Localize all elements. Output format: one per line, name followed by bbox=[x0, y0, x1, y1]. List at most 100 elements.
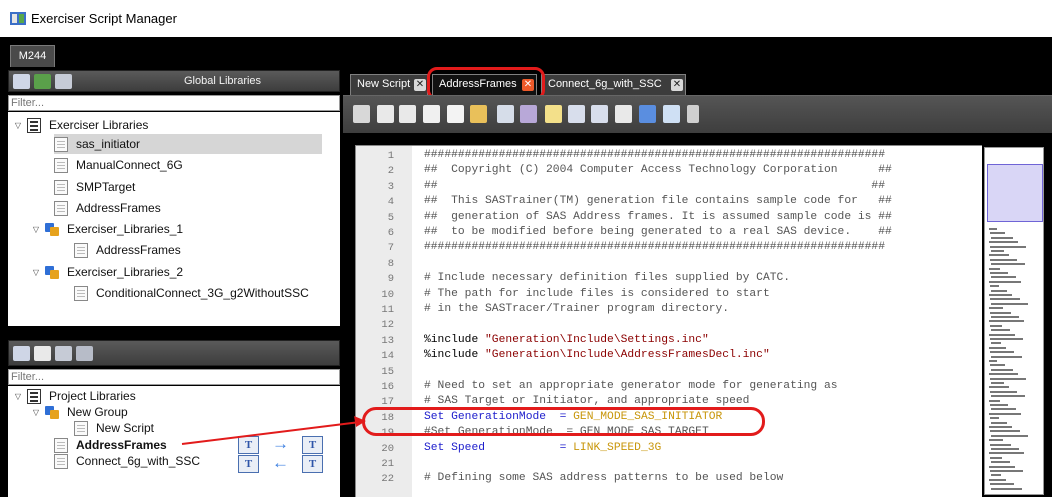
global-libraries-tree: ▽ Exerciser Libraries sas_initiator Manu… bbox=[8, 112, 340, 326]
device-tab[interactable]: M244 bbox=[10, 45, 55, 67]
tree-node-addressframes-1[interactable]: AddressFrames bbox=[74, 240, 181, 260]
minimap-line bbox=[990, 377, 1026, 380]
minimap-line bbox=[991, 276, 1016, 279]
library-group-icon bbox=[45, 405, 59, 420]
tree-node-smptarget[interactable]: SMPTarget bbox=[54, 177, 135, 197]
global-filter-input[interactable]: Filter... bbox=[8, 95, 340, 111]
line-number: 15 bbox=[381, 365, 394, 378]
code-constant: LINK_SPEED_3G bbox=[573, 441, 662, 454]
transfer-target-top-button[interactable]: T bbox=[302, 436, 323, 454]
tab-connect-6g-with-ssc[interactable]: Connect_6g_with_SSC ✕ bbox=[541, 74, 686, 95]
collapse-toggle-icon[interactable]: ▽ bbox=[30, 268, 42, 277]
minimap-line bbox=[990, 338, 1023, 340]
minimap-line bbox=[989, 307, 1003, 310]
add-icon[interactable] bbox=[34, 346, 51, 361]
app-icon bbox=[10, 12, 26, 25]
code-line: ## ## bbox=[424, 179, 885, 192]
window-title: Exerciser Script Manager bbox=[31, 11, 177, 26]
minimap-line bbox=[991, 263, 1025, 266]
minimap-line bbox=[989, 412, 1021, 415]
library-group-icon bbox=[45, 265, 59, 280]
minimap-line bbox=[991, 487, 1022, 490]
bookmark-icon[interactable] bbox=[545, 105, 562, 123]
redo-icon[interactable] bbox=[399, 105, 416, 123]
cut-icon[interactable] bbox=[423, 105, 440, 123]
format-icon[interactable] bbox=[639, 105, 656, 123]
minimap-line bbox=[989, 254, 1009, 257]
arrow-right-icon[interactable]: → bbox=[272, 435, 289, 453]
close-icon[interactable]: ✕ bbox=[414, 79, 426, 91]
fullscreen-icon[interactable] bbox=[663, 105, 680, 123]
minimap-line bbox=[990, 456, 1002, 459]
code-keyword: Set Speed bbox=[424, 441, 486, 454]
tree-node-exerciser-libraries-2[interactable]: ▽ Exerciser_Libraries_2 bbox=[30, 262, 183, 282]
tree-node-exerciser-libraries[interactable]: ▽ Exerciser Libraries bbox=[12, 115, 148, 135]
find-icon[interactable] bbox=[497, 105, 514, 123]
close-icon[interactable]: ✕ bbox=[671, 79, 683, 91]
tree-node-sas-initiator[interactable]: sas_initiator bbox=[54, 134, 322, 154]
line-number: 16 bbox=[381, 381, 394, 393]
code-line: ## generation of SAS Address frames. It … bbox=[424, 210, 892, 223]
replace-icon[interactable] bbox=[520, 105, 537, 123]
paste-icon[interactable] bbox=[470, 105, 487, 123]
minimap-line bbox=[990, 258, 1017, 261]
transfer-target-bottom-button[interactable]: T bbox=[302, 455, 323, 473]
picture-icon[interactable] bbox=[34, 74, 51, 89]
code-editor[interactable]: 1 2 3 4 5 6 7 8 9 10 11 12 13 14 15 16 17 18 19 20 21 22 ####… bbox=[355, 145, 982, 497]
tree-node-manualconnect-6g[interactable]: ManualConnect_6G bbox=[54, 155, 183, 175]
collapse-toggle-icon[interactable]: ▽ bbox=[12, 121, 24, 130]
minimap-line bbox=[990, 417, 999, 420]
code-line: Set Speed = LINK_SPEED_3G bbox=[424, 442, 661, 454]
picture-icon[interactable] bbox=[55, 346, 72, 361]
minimap-line bbox=[989, 241, 1018, 244]
library-list-icon bbox=[27, 117, 41, 133]
collapse-toggle-icon[interactable]: ▽ bbox=[12, 392, 24, 401]
transfer-source-top-button[interactable]: T bbox=[238, 436, 259, 454]
collapse-toggle-icon[interactable]: ▽ bbox=[30, 225, 42, 234]
copy-icon[interactable] bbox=[55, 74, 72, 89]
minimap-line bbox=[990, 430, 1020, 433]
minimap-line bbox=[990, 404, 1008, 406]
minimap-track bbox=[984, 147, 1044, 495]
minimap-line bbox=[990, 483, 1014, 486]
new-window-icon[interactable] bbox=[353, 105, 370, 123]
line-number: 2 bbox=[387, 165, 394, 178]
tree-node-connect-6g-with-ssc[interactable]: Connect_6g_with_SSC bbox=[54, 451, 200, 471]
tree-node-exerciser-libraries-1[interactable]: ▽ Exerciser_Libraries_1 bbox=[30, 219, 183, 239]
line-number: 6 bbox=[387, 227, 394, 239]
line-number: 11 bbox=[381, 304, 394, 316]
tree-node-conditionalconnect[interactable]: ConditionalConnect_3G_g2WithoutSSC bbox=[74, 283, 309, 303]
bookmark-prev-icon[interactable] bbox=[591, 105, 608, 123]
code-line: # The path for include files is consider… bbox=[424, 287, 770, 300]
script-file-icon bbox=[54, 157, 68, 173]
script-file-icon bbox=[54, 136, 68, 152]
minimap-viewport[interactable] bbox=[987, 164, 1043, 222]
import-icon[interactable] bbox=[13, 346, 30, 361]
tab-new-script[interactable]: New Script ✕ bbox=[350, 74, 428, 95]
minimap-line bbox=[990, 364, 1005, 367]
bookmark-next-icon[interactable] bbox=[568, 105, 585, 123]
minimap-line bbox=[991, 342, 1001, 345]
transfer-source-bottom-button[interactable]: T bbox=[238, 455, 259, 473]
global-libraries-header: Global Libraries bbox=[184, 75, 262, 87]
import-icon[interactable] bbox=[13, 74, 30, 89]
undo-icon[interactable] bbox=[377, 105, 394, 123]
settings-icon[interactable] bbox=[687, 105, 699, 123]
script-file-icon bbox=[74, 285, 88, 301]
minimap-line bbox=[990, 285, 999, 288]
project-filter-input[interactable]: Filter... bbox=[8, 369, 340, 385]
minimap-line bbox=[989, 320, 1024, 323]
copy-icon[interactable] bbox=[76, 346, 93, 361]
line-number-gutter: 1 2 3 4 5 6 7 8 9 10 11 12 13 14 15 16 17 18 19 20 21 22 bbox=[356, 146, 412, 497]
project-libraries-tree: ▽ Project Libraries ▽ New Group New Scri… bbox=[8, 386, 340, 497]
copy-icon[interactable] bbox=[447, 105, 464, 123]
clear-bookmarks-icon[interactable] bbox=[615, 105, 632, 123]
collapse-toggle-icon[interactable]: ▽ bbox=[30, 408, 42, 417]
code-minimap[interactable] bbox=[982, 145, 1052, 497]
code-string: "Generation\Include\Settings.inc" bbox=[478, 333, 709, 346]
arrow-left-icon[interactable]: ← bbox=[272, 454, 289, 472]
code-line: ## Copyright (C) 2004 Computer Access Te… bbox=[424, 164, 892, 177]
tree-node-addressframes[interactable]: AddressFrames bbox=[54, 198, 161, 218]
code-line: # SAS Target or Initiator, and appropria… bbox=[424, 395, 750, 408]
line-number: 3 bbox=[387, 180, 394, 193]
